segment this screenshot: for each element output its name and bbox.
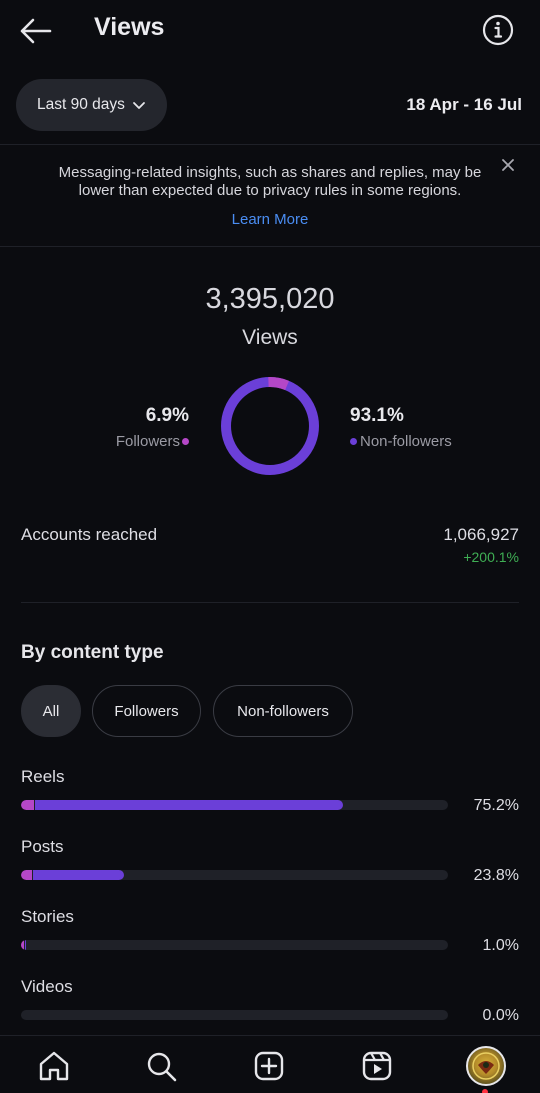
non-followers-percentage: 93.1%: [350, 405, 404, 426]
views-label: Views: [242, 326, 298, 349]
content-type-label-posts: Posts: [21, 837, 64, 856]
chevron-down-icon: [133, 102, 145, 109]
bar-followers-segment: [21, 870, 32, 880]
content-type-label-videos: Videos: [21, 977, 73, 996]
views-insights-screen: Views Last 90 days 18 Apr - 16 Jul Messa…: [0, 0, 540, 1093]
non-followers-dot: [350, 437, 357, 445]
filter-chip-followers[interactable]: Followers: [92, 685, 201, 737]
create-icon[interactable]: [251, 1048, 287, 1084]
accounts-reached-value: 1,066,927: [443, 525, 519, 544]
bar-followers-segment: [21, 800, 34, 810]
content-type-bar-stories: [21, 940, 448, 950]
content-type-pct-posts: 23.8%: [473, 867, 519, 884]
content-type-label-reels: Reels: [21, 767, 65, 786]
followers-donut-chart: [221, 377, 319, 475]
donut-followers-arc: [268, 377, 290, 391]
close-icon[interactable]: [499, 156, 517, 174]
reels-icon[interactable]: [359, 1048, 395, 1084]
followers-legend: Followers: [0, 433, 189, 450]
total-views-value: 3,395,020: [205, 283, 335, 315]
home-icon[interactable]: [36, 1048, 72, 1084]
search-icon[interactable]: [143, 1048, 179, 1084]
learn-more-link[interactable]: Learn More: [0, 211, 540, 228]
notification-dot: [482, 1089, 488, 1093]
date-range-dropdown[interactable]: Last 90 days: [16, 79, 167, 131]
content-type-bar-reels: [21, 800, 448, 810]
page-title: Views: [94, 13, 165, 41]
followers-legend-label: Followers: [115, 433, 180, 450]
content-type-bar-posts: [21, 870, 448, 880]
accounts-reached-change: +200.1%: [463, 549, 519, 565]
content-type-pct-reels: 75.2%: [473, 797, 519, 814]
content-type-bar-videos: [21, 1010, 448, 1020]
info-icon[interactable]: [481, 13, 515, 47]
non-followers-legend: Non-followers: [350, 433, 452, 450]
filter-chip-all[interactable]: All: [21, 685, 81, 737]
privacy-notice: Messaging-related insights, such as shar…: [0, 144, 540, 247]
followers-percentage: 6.9%: [145, 405, 189, 426]
bottom-navigation: [0, 1035, 540, 1093]
non-followers-legend-label: Non-followers: [360, 433, 452, 450]
date-range-dropdown-label: Last 90 days: [37, 96, 125, 113]
back-arrow-icon[interactable]: [18, 14, 54, 48]
profile-avatar[interactable]: [466, 1046, 506, 1086]
bar-non-followers-segment: [34, 800, 344, 810]
header: Views: [0, 0, 540, 62]
donut-non-followers-arc: [221, 377, 319, 475]
bar-non-followers-segment: [32, 870, 124, 880]
notice-text: Messaging-related insights, such as shar…: [58, 164, 482, 199]
accounts-reached-label: Accounts reached: [21, 525, 158, 544]
bar-followers-segment: [21, 940, 24, 950]
section-title: By content type: [21, 642, 164, 663]
divider: [21, 602, 519, 603]
content-type-pct-videos: 0.0%: [482, 1007, 519, 1024]
filter-chip-non-followers[interactable]: Non-followers: [213, 685, 353, 737]
date-range-text: 18 Apr - 16 Jul: [406, 95, 522, 114]
followers-dot: [182, 437, 189, 445]
content-type-pct-stories: 1.0%: [482, 937, 519, 954]
bar-non-followers-segment: [24, 940, 27, 950]
content-type-label-stories: Stories: [21, 907, 74, 926]
